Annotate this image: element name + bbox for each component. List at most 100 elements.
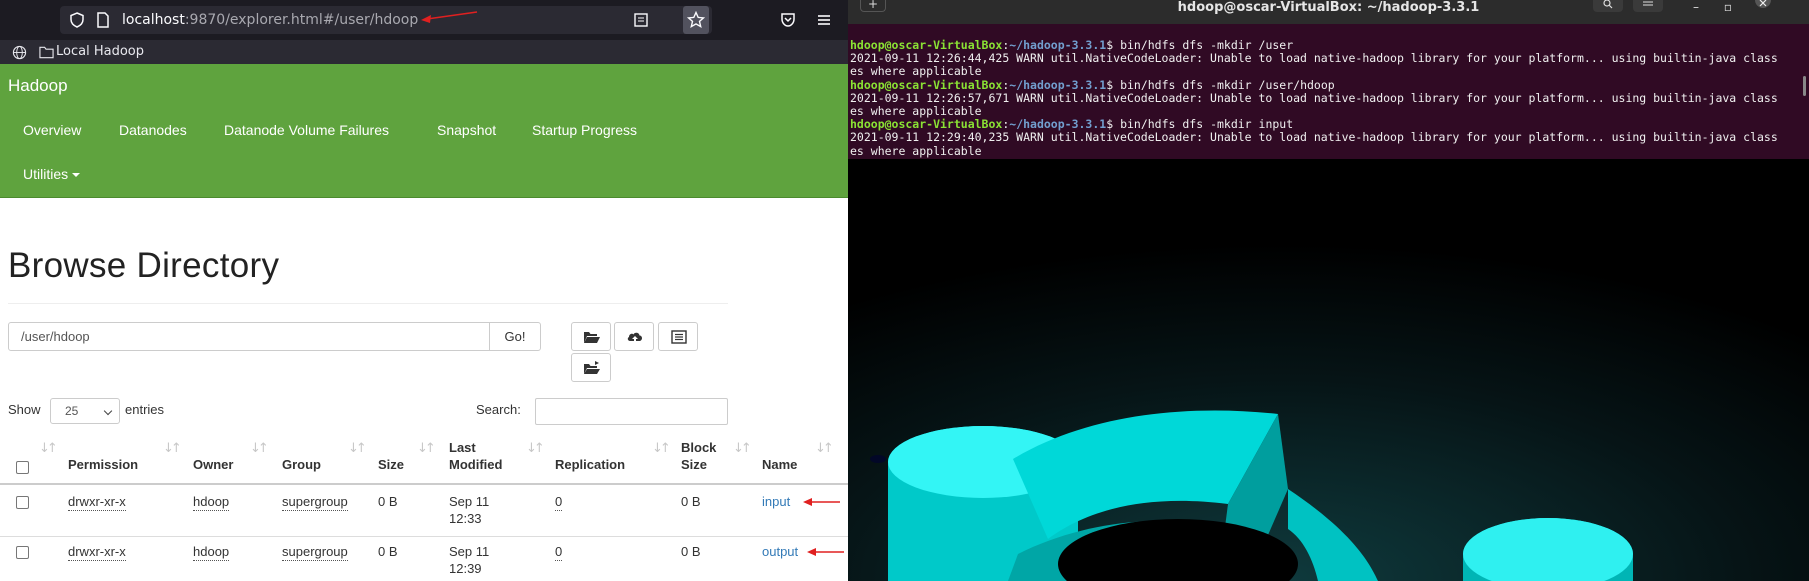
maximize-icon[interactable]: ▫ [1718,0,1738,24]
nav-startup-progress[interactable]: Startup Progress [532,122,637,138]
go-button[interactable]: Go! [489,322,541,351]
prompt-end: $ [1106,38,1121,52]
col-replication-line2: Replication [555,457,626,472]
col-name[interactable]: Name [762,439,797,473]
prompt-user: hdoop@oscar-VirtualBox [850,117,1003,132]
open-folder-icon [584,332,600,343]
sort-icon[interactable]: ↓↑ [652,441,671,456]
cell-permission[interactable]: drwxr-xr-x [68,493,126,511]
nav-datanode-volume-failures[interactable]: Datanode Volume Failures [224,122,389,138]
col-group-line2: Group [282,457,321,472]
col-permission[interactable]: Permission [68,439,138,473]
annotation-arrow [421,11,478,23]
col-replication-line1 [555,439,625,456]
nav-overview[interactable]: Overview [23,122,81,138]
cell-group[interactable]: supergroup [282,493,348,511]
command-text: bin/hdfs dfs -mkdir /user [1120,38,1294,52]
url-bar[interactable]: localhost:9870/explorer.html#/user/hdoop [60,6,712,34]
col-permission-line2: Permission [68,457,139,472]
cell-name-link[interactable]: input [762,493,790,510]
col-size[interactable]: Size [378,439,404,473]
cell-permission[interactable]: drwxr-xr-x [68,543,126,561]
sort-icon[interactable]: ↓↑ [348,441,367,456]
menu-icon[interactable] [815,11,833,29]
sort-icon[interactable]: ↓↑ [250,441,269,456]
browser-toolbar: localhost:9870/explorer.html#/user/hdoop [0,0,848,40]
col-owner-line2: Owner [193,457,234,472]
star-button[interactable] [683,6,709,34]
col-block-size[interactable]: Block Size [681,439,716,473]
prompt-end: $ [1106,117,1121,132]
entries-select[interactable]: 25 [50,398,120,424]
nav-utilities-dropdown[interactable]: Utilities [23,166,81,182]
url-text[interactable]: localhost:9870/explorer.html#/user/hdoop [122,12,418,28]
terminal-scrollbar[interactable] [1803,76,1806,96]
pocket-icon[interactable] [779,11,797,29]
cell-replication[interactable]: 0 [555,493,563,511]
col-permission-line1 [68,439,138,456]
minimize-icon[interactable]: – [1686,0,1706,24]
select-all-checkbox[interactable] [16,461,29,474]
brand-logo[interactable]: Hadoop [8,76,68,96]
sort-icon[interactable]: ↓↑ [815,441,834,456]
shield-icon[interactable] [68,11,86,29]
cell-last-modified: Sep 11 12:33 [449,493,489,527]
col-replication[interactable]: Replication [555,439,625,473]
terminal-output-line: 2021-09-11 12:26:57,671 WARN util.Native… [850,90,1778,105]
prompt-user: hdoop@oscar-VirtualBox [850,77,1003,92]
list-icon [671,330,687,344]
nav-datanodes[interactable]: Datanodes [119,122,187,138]
url-path: :9870/explorer.html#/user/hdoop [184,12,419,28]
caret-down-icon [72,173,81,178]
cell-block-size: 0 B [681,544,701,559]
cell-date: Sep 11 [449,544,490,559]
cell-group[interactable]: supergroup [282,543,348,561]
terminal-title: hdoop@oscar-VirtualBox: ~/hadoop-3.3.1 [1177,0,1480,15]
col-size-line1 [378,439,404,456]
prompt-user: hdoop@oscar-VirtualBox [850,38,1003,52]
cell-size: 0 B [378,494,398,509]
col-last-modified-line1: Last [449,440,476,455]
sort-icon[interactable]: ↓↑ [39,441,58,456]
bookmark-local-hadoop[interactable]: Local Hadoop [56,44,144,59]
terminal-body[interactable]: hdoop@oscar-VirtualBox:~/hadoop-3.3.1$ b… [848,24,1809,159]
folder-icon [39,46,54,59]
sort-icon[interactable]: ↓↑ [733,441,752,456]
upload-button[interactable] [614,322,654,351]
upload-icon [627,332,643,343]
col-group[interactable]: Group [282,439,321,473]
nav-snapshot[interactable]: Snapshot [437,122,496,138]
nav-utilities-label: Utilities [23,166,69,182]
terminal-titlebar: + hdoop@oscar-VirtualBox: ~/hadoop-3.3.1… [848,0,1809,24]
row-checkbox[interactable] [16,546,29,559]
prompt-path: ~/hadoop-3.3.1 [1009,38,1107,52]
hamburger-menu-button[interactable] [1633,0,1663,12]
col-last-modified[interactable]: Last Modified [449,439,502,473]
search-label: Search: [476,402,521,417]
cell-owner[interactable]: hdoop [193,493,230,511]
cut-paste-button[interactable] [658,322,698,351]
sort-icon[interactable]: ↓↑ [526,441,545,456]
col-owner-line1 [193,439,233,456]
search-button[interactable] [1593,0,1623,12]
cell-replication[interactable]: 0 [555,543,563,561]
close-icon[interactable] [1752,0,1774,24]
terminal-window: + hdoop@oscar-VirtualBox: ~/hadoop-3.3.1… [848,0,1809,581]
row-checkbox[interactable] [16,496,29,509]
create-directory-button[interactable] [571,322,611,351]
show-label: Show [8,402,41,417]
reader-icon[interactable] [632,11,650,29]
search-input[interactable] [535,398,728,425]
move-button[interactable] [571,353,611,382]
table-header-rule [0,483,848,485]
page-icon[interactable] [94,11,112,29]
sort-icon[interactable]: ↓↑ [163,441,182,456]
entries-select-value: 25 [65,404,79,418]
col-size-line2: Size [378,457,405,472]
cell-name-link[interactable]: output [762,543,798,560]
directory-input[interactable]: /user/hdoop [8,322,490,351]
cell-owner[interactable]: hdoop [193,543,230,561]
col-owner[interactable]: Owner [193,439,233,473]
globe-icon[interactable] [12,45,27,60]
sort-icon[interactable]: ↓↑ [417,441,436,456]
